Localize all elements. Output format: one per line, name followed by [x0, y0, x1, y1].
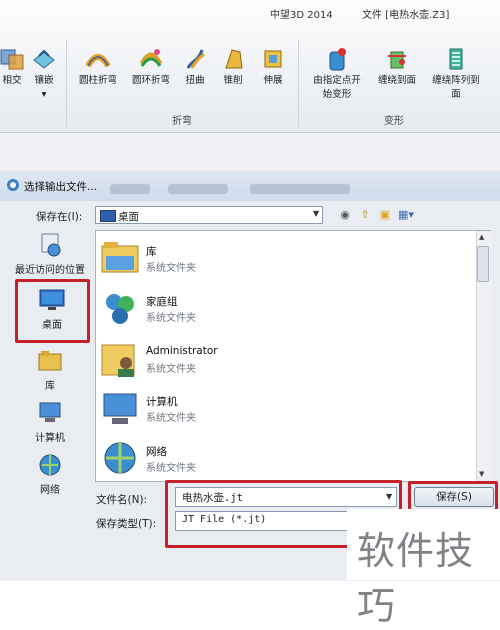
file-type: 系统文件夹 [146, 463, 196, 474]
chevron-down-icon: ▾ [41, 89, 47, 100]
recent-places-icon [41, 233, 61, 257]
file-type: 系统文件夹 [146, 263, 196, 274]
stretch-icon [264, 50, 282, 68]
wrap-array-button[interactable]: 缠绕阵列到面 [424, 46, 488, 102]
scroll-down-icon[interactable]: ▼ [479, 470, 484, 478]
blurred-background [110, 184, 150, 194]
place-network[interactable]: 网络 [5, 452, 95, 496]
wrap-to-face-label: 缠绕到面 [377, 75, 416, 86]
stretch-label: 伸展 [263, 75, 283, 86]
stretch-button[interactable]: 伸展 [256, 46, 290, 88]
dialog-app-icon [7, 179, 19, 191]
file-name: Administrator [146, 345, 218, 357]
point-deform-icon [329, 48, 346, 71]
cylinder-bend-button[interactable]: 圆柱折弯 [72, 46, 124, 88]
ribbon-separator [66, 40, 67, 128]
blurred-background [168, 184, 228, 194]
up-folder-icon[interactable]: ⇧ [357, 207, 373, 223]
libraries-icon [38, 351, 62, 371]
intersect-button[interactable]: 相交 [0, 46, 26, 88]
save-in-value: 桌面 [118, 211, 139, 223]
point-deform-label: 由指定点开始变形 [313, 75, 361, 100]
blurred-background [250, 184, 350, 194]
file-item[interactable]: 库 系统文件夹 [98, 236, 468, 282]
libraries-folder-icon [101, 242, 139, 273]
twist-label: 扭曲 [185, 75, 205, 86]
filetype-label: 保存类型(T): [96, 518, 157, 530]
file-type: 系统文件夹 [146, 313, 196, 324]
taper-button[interactable]: 锥削 [216, 46, 250, 88]
place-libraries[interactable]: 库 [5, 348, 95, 392]
computer-icon [39, 402, 61, 422]
place-recent[interactable]: 最近访问的位置 [5, 232, 95, 276]
cylinder-bend-label: 圆柱折弯 [78, 75, 117, 86]
scrollbar-thumb[interactable] [477, 246, 489, 282]
point-deform-button[interactable]: 由指定点开始变形 [304, 46, 370, 102]
workspace-gap [0, 133, 500, 171]
save-in-label: 保存在(I): [36, 211, 83, 223]
intersect-label: 相交 [2, 75, 22, 86]
desktop-icon [100, 210, 116, 222]
dialog-title: 选择输出文件... [24, 181, 98, 193]
watermark: 软件技巧 [357, 529, 475, 628]
taper-label: 锥削 [223, 75, 243, 86]
emboss-icon [33, 49, 55, 69]
network-icon [39, 454, 61, 476]
emboss-button[interactable]: 镶嵌 ▾ [26, 46, 62, 102]
wrap-to-face-icon [388, 51, 406, 69]
ring-bend-button[interactable]: 圆环折弯 [124, 46, 178, 88]
twist-button[interactable]: 扭曲 [178, 46, 212, 88]
homegroup-icon [106, 294, 134, 324]
group-label-bend: 折弯 [172, 116, 192, 127]
computer-icon [103, 393, 137, 424]
file-item[interactable]: 网络 系统文件夹 [98, 436, 468, 482]
view-menu-icon[interactable]: ▦▾ [398, 207, 414, 223]
wrap-array-label: 缠绕阵列到面 [432, 75, 480, 100]
app-title: 中望3D 2014 [270, 10, 333, 21]
file-type: 系统文件夹 [146, 413, 196, 424]
place-label: 计算机 [35, 433, 65, 444]
twist-icon [186, 49, 206, 69]
back-icon[interactable]: ◉ [337, 207, 353, 223]
file-name: 库 [146, 246, 157, 258]
place-label: 库 [45, 381, 55, 392]
place-label: 最近访问的位置 [15, 265, 85, 276]
ring-bend-icon [139, 49, 163, 67]
filename-label: 文件名(N): [96, 494, 148, 506]
file-item[interactable]: Administrator 系统文件夹 [98, 337, 468, 383]
scroll-up-icon[interactable]: ▲ [479, 233, 484, 241]
file-item[interactable]: 计算机 系统文件夹 [98, 386, 468, 432]
place-computer[interactable]: 计算机 [5, 400, 95, 444]
intersect-icon [0, 49, 24, 70]
wrap-array-icon [449, 48, 463, 70]
cylinder-bend-icon [85, 54, 111, 68]
taper-icon [225, 49, 243, 69]
file-type: 系统文件夹 [146, 364, 196, 375]
place-label: 网络 [40, 485, 60, 496]
ring-bend-label: 圆环折弯 [131, 75, 170, 86]
ribbon-separator [298, 40, 299, 128]
document-title: 文件 [电热水壶.Z3] [362, 10, 450, 21]
new-folder-icon[interactable]: ▣ [377, 207, 393, 223]
network-icon [104, 442, 136, 474]
file-name: 家庭组 [146, 296, 178, 308]
emboss-label: 镶嵌 [34, 75, 54, 86]
file-name: 计算机 [146, 396, 178, 408]
file-item[interactable]: 家庭组 系统文件夹 [98, 286, 468, 332]
user-folder-icon [101, 344, 135, 377]
file-name: 网络 [146, 446, 167, 458]
wrap-to-face-button[interactable]: 缠绕到面 [372, 46, 422, 88]
chevron-down-icon[interactable]: ▼ [313, 209, 319, 218]
highlight-box-desktop [15, 279, 90, 343]
group-label-deform: 变形 [384, 116, 404, 127]
